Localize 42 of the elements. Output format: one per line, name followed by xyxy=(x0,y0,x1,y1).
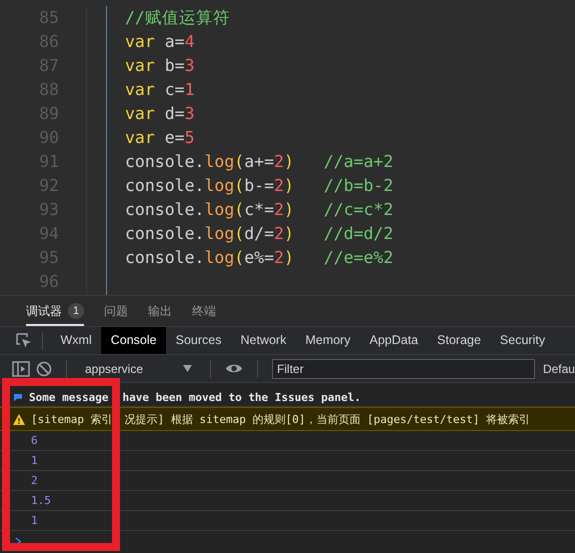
code-line: //赋值运算符 xyxy=(125,8,230,27)
filter-field[interactable]: Filter xyxy=(272,358,535,378)
tool-tab[interactable]: Network xyxy=(230,327,296,354)
code-line: console.log(a+=2) //a=a+2 xyxy=(125,152,394,171)
code-line: var b=3 xyxy=(125,56,195,75)
panel-tab[interactable]: 输出 xyxy=(148,296,172,326)
code-line: console.log(d/=2) //d=d/2 xyxy=(125,224,394,243)
warning-icon xyxy=(13,414,25,424)
tool-tab[interactable]: Storage xyxy=(428,327,490,354)
log-message: have been moved to the Issues panel. xyxy=(122,391,361,404)
flag-icon xyxy=(13,394,23,402)
log-value: 2 xyxy=(31,474,38,487)
tool-tab[interactable]: AppData xyxy=(360,327,428,354)
tool-tab[interactable]: Wxml xyxy=(51,327,102,354)
code-line: console.log(c*=2) //c=c*2 xyxy=(125,200,394,219)
code-line: var a=4 xyxy=(125,32,195,51)
count-badge: 1 xyxy=(68,303,84,319)
tool-tab[interactable]: Memory xyxy=(296,327,360,354)
caret-icon xyxy=(183,365,192,372)
context-dropdown[interactable]: appservice xyxy=(80,362,196,376)
tool-tab[interactable]: Security xyxy=(490,327,555,354)
log-value: 1 xyxy=(31,454,38,467)
log-value: 1 xyxy=(31,514,38,527)
log-value: 1.5 xyxy=(31,494,51,507)
tool-tab[interactable]: Sources xyxy=(166,327,231,354)
clear-icon[interactable] xyxy=(36,360,52,376)
code-line: console.log(e%=2) //e=e%2 xyxy=(125,248,394,267)
prompt-icon[interactable] xyxy=(15,536,22,546)
code-line: console.log(b-=2) //b=b-2 xyxy=(125,176,394,195)
panel-tab[interactable]: 问题 xyxy=(104,296,128,326)
sidebar-icon[interactable] xyxy=(12,360,30,376)
eye-icon[interactable] xyxy=(224,362,243,375)
log-message: [sitemap 索引 xyxy=(31,412,113,426)
log-value: 6 xyxy=(31,434,38,447)
code-line: var e=5 xyxy=(125,128,195,147)
code-line: var c=1 xyxy=(125,80,195,99)
log-message: Some message xyxy=(29,391,108,404)
panel-tab[interactable]: 终端 xyxy=(192,296,216,326)
log-message: 况提示] 根据 sitemap 的规则[0]，当前页面 [pages/test/test] 将被索引 xyxy=(124,412,530,426)
tool-tab[interactable]: Console xyxy=(101,327,166,354)
levels-dropdown[interactable]: Defau xyxy=(542,362,575,376)
code-line: var d=3 xyxy=(125,104,195,123)
